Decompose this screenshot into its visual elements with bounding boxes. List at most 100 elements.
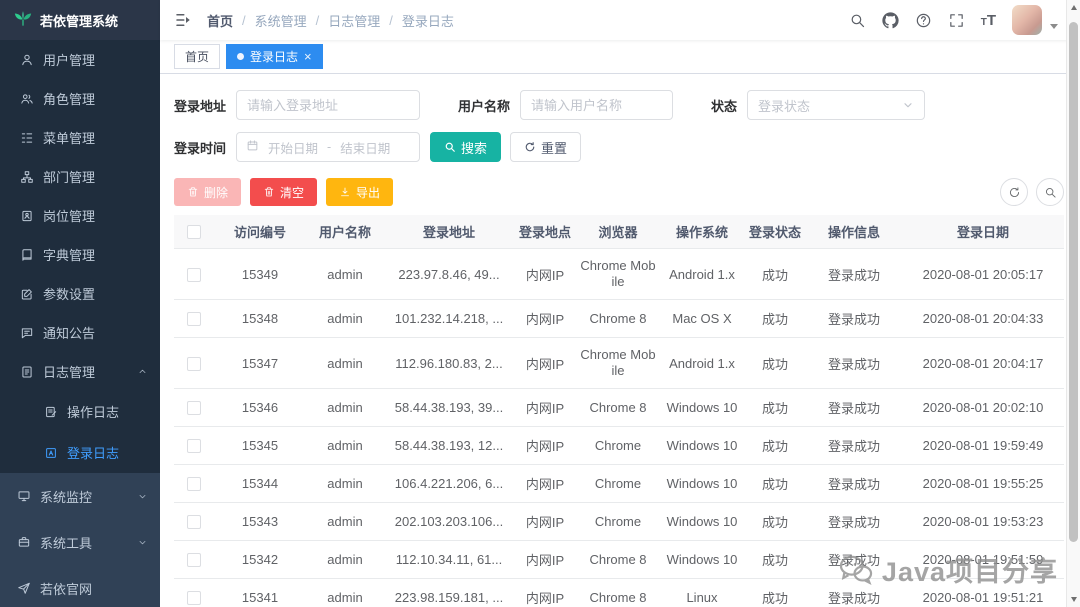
breadcrumb-item[interactable]: 日志管理: [328, 11, 380, 30]
column-header: 访问编号: [214, 215, 306, 249]
cell: 2020-08-01 19:51:59: [902, 541, 1064, 579]
cell: Chrome Mobile: [576, 338, 660, 389]
row-checkbox[interactable]: [187, 401, 201, 415]
table-row[interactable]: 15342admin112.10.34.11, 61...内网IPChrome …: [174, 541, 1064, 579]
delete-button[interactable]: 删除: [174, 178, 241, 206]
date-range-input[interactable]: 开始日期 - 结束日期: [236, 132, 420, 162]
scrollbar-thumb[interactable]: [1069, 22, 1078, 542]
table-row[interactable]: 15341admin223.98.159.181, ...内网IPChrome …: [174, 579, 1064, 607]
sidebar-item-dept-mgmt[interactable]: 部门管理: [0, 157, 160, 196]
cell: 15346: [214, 389, 306, 427]
fullscreen-icon[interactable]: [948, 12, 965, 29]
sidebar-item-system-monitor[interactable]: 系统监控: [0, 473, 160, 519]
search-icon[interactable]: [849, 12, 866, 29]
column-header: 用户名称: [306, 215, 384, 249]
column-header: 操作信息: [806, 215, 902, 249]
help-icon[interactable]: [915, 12, 932, 29]
table-row[interactable]: 15343admin202.103.203.106...内网IPChromeWi…: [174, 503, 1064, 541]
cell: 15343: [214, 503, 306, 541]
cell: Mac OS X: [660, 300, 744, 338]
table-row[interactable]: 15349admin223.97.8.46, 49...内网IPChrome M…: [174, 249, 1064, 300]
login-address-label: 登录地址: [174, 96, 226, 115]
sidebar-item-log-mgmt[interactable]: 日志管理: [0, 352, 160, 391]
start-date-placeholder: 开始日期: [268, 138, 318, 157]
app-title: 若依管理系统: [40, 11, 118, 30]
sidebar: 若依管理系统 用户管理角色管理菜单管理部门管理岗位管理字典管理参数设置通知公告日…: [0, 0, 160, 607]
table-row[interactable]: 15345admin58.44.38.193, 12...内网IPChromeW…: [174, 427, 1064, 465]
cell: 登录成功: [806, 465, 902, 503]
github-icon[interactable]: [882, 12, 899, 29]
logo-bar[interactable]: 若依管理系统: [0, 0, 160, 40]
row-checkbox[interactable]: [187, 553, 201, 567]
refresh-table-button[interactable]: [1000, 178, 1028, 206]
cell: Chrome: [576, 465, 660, 503]
page-scrollbar[interactable]: [1066, 0, 1080, 607]
sidebar-item-dict-mgmt[interactable]: 字典管理: [0, 235, 160, 274]
sidebar-toggle-icon[interactable]: [174, 11, 192, 29]
tab-home[interactable]: 首页: [174, 44, 220, 69]
cell: Chrome: [576, 427, 660, 465]
sidebar-item-param-settings[interactable]: 参数设置: [0, 274, 160, 313]
trash-icon: [263, 186, 275, 198]
sidebar-item-system-tools[interactable]: 系统工具: [0, 519, 160, 565]
table-row[interactable]: 15348admin101.232.14.218, ...内网IPChrome …: [174, 300, 1064, 338]
sidebar-item-user-mgmt[interactable]: 用户管理: [0, 40, 160, 79]
row-checkbox[interactable]: [187, 477, 201, 491]
sidebar-item-menu-mgmt[interactable]: 菜单管理: [0, 118, 160, 157]
table-body: 15349admin223.97.8.46, 49...内网IPChrome M…: [174, 249, 1064, 607]
column-header: 操作系统: [660, 215, 744, 249]
scroll-down-arrow-icon[interactable]: [1067, 592, 1080, 607]
cell: admin: [306, 300, 384, 338]
row-checkbox[interactable]: [187, 312, 201, 326]
table-row[interactable]: 15346admin58.44.38.193, 39...内网IPChrome …: [174, 389, 1064, 427]
tab-close-icon[interactable]: ×: [304, 50, 312, 63]
cell: 2020-08-01 20:04:17: [902, 338, 1064, 389]
cell: admin: [306, 338, 384, 389]
search-button[interactable]: 搜索: [430, 132, 501, 162]
export-button[interactable]: 导出: [326, 178, 393, 206]
sidebar-item-login-log[interactable]: 登录日志: [0, 432, 160, 473]
login-address-input[interactable]: [236, 90, 420, 120]
font-size-icon[interactable]: TT: [981, 13, 996, 28]
column-header: 浏览器: [576, 215, 660, 249]
user-name-input[interactable]: [520, 90, 673, 120]
sidebar-item-role-mgmt[interactable]: 角色管理: [0, 79, 160, 118]
select-all-checkbox[interactable]: [187, 225, 201, 239]
status-select[interactable]: 登录状态: [747, 90, 925, 120]
status-select-placeholder: 登录状态: [758, 96, 810, 115]
cell: 106.4.221.206, 6...: [384, 465, 514, 503]
reset-button[interactable]: 重置: [510, 132, 581, 162]
toggle-search-button[interactable]: [1036, 178, 1064, 206]
caret-down-icon[interactable]: [1050, 24, 1058, 29]
leaf-logo-icon: [13, 9, 33, 32]
row-checkbox[interactable]: [187, 439, 201, 453]
table-row[interactable]: 15347admin112.96.180.83, 2...内网IPChrome …: [174, 338, 1064, 389]
clear-button[interactable]: 清空: [250, 178, 317, 206]
cell: admin: [306, 579, 384, 607]
row-checkbox[interactable]: [187, 357, 201, 371]
row-checkbox[interactable]: [187, 591, 201, 605]
row-checkbox[interactable]: [187, 268, 201, 282]
row-checkbox[interactable]: [187, 515, 201, 529]
scroll-up-arrow-icon[interactable]: [1067, 0, 1080, 15]
sidebar-item-post-mgmt[interactable]: 岗位管理: [0, 196, 160, 235]
cell: Chrome 8: [576, 389, 660, 427]
sidebar-item-notice[interactable]: 通知公告: [0, 313, 160, 352]
login-log-table: 访问编号用户名称登录地址登录地点浏览器操作系统登录状态操作信息登录日期 1534…: [174, 215, 1064, 607]
column-header: 登录地址: [384, 215, 514, 249]
sidebar-item-operation-log[interactable]: 操作日志: [0, 391, 160, 432]
breadcrumb-item[interactable]: 系统管理: [255, 11, 307, 30]
cell: 内网IP: [514, 249, 576, 300]
checkbox-cell: [174, 541, 214, 579]
table-row[interactable]: 15344admin106.4.221.206, 6...内网IPChromeW…: [174, 465, 1064, 503]
message-icon: [20, 326, 34, 340]
cell: 成功: [744, 541, 806, 579]
sidebar-item-official-site[interactable]: 若依官网: [0, 565, 160, 607]
cell: 登录成功: [806, 579, 902, 607]
cell: 101.232.14.218, ...: [384, 300, 514, 338]
navbar-actions: TT: [849, 5, 1058, 35]
breadcrumb-item[interactable]: 登录日志: [402, 11, 454, 30]
tab-login-log[interactable]: 登录日志×: [226, 44, 323, 69]
cell: 成功: [744, 427, 806, 465]
user-avatar[interactable]: [1012, 5, 1042, 35]
